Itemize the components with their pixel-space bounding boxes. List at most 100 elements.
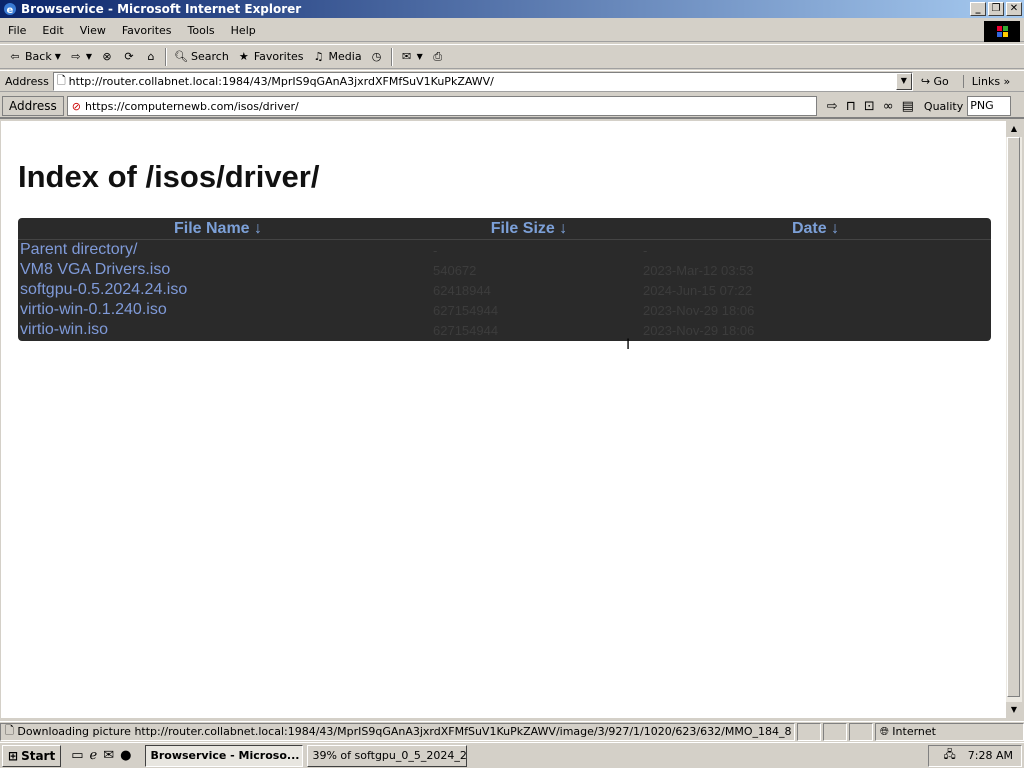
minimize-button[interactable]: _ bbox=[970, 2, 986, 16]
toolbar-separator bbox=[390, 47, 393, 66]
back-button[interactable]: ⇦ Back ▼ bbox=[4, 50, 65, 64]
insecure-lock-icon: ⊘ bbox=[71, 99, 82, 113]
go-button[interactable]: ↪ Go bbox=[921, 75, 949, 88]
file-size: 627154944 bbox=[433, 302, 499, 318]
bs-address-label: Address bbox=[2, 96, 64, 116]
media-player-icon[interactable]: ● bbox=[120, 748, 131, 763]
quality-select[interactable]: PNG bbox=[967, 96, 1012, 116]
system-tray: 🖧︎ 7:28 AM bbox=[928, 744, 1022, 767]
stop-button[interactable]: ⊗ bbox=[96, 50, 118, 64]
media-button[interactable]: ♫ Media bbox=[308, 50, 366, 64]
windows-flag-icon: ⊞ bbox=[8, 748, 19, 763]
home-icon: ⌂ bbox=[147, 49, 155, 63]
file-size: - bbox=[433, 242, 438, 258]
print-button[interactable]: ⎙ bbox=[427, 50, 449, 64]
ie-icon[interactable]: ℯ bbox=[90, 748, 98, 763]
taskbar-button-browservice[interactable]: Browservice - Microso... bbox=[145, 744, 304, 767]
column-header-date[interactable]: Date ↓ bbox=[640, 220, 991, 238]
file-link[interactable]: softgpu-0.5.2024.24.iso bbox=[18, 281, 433, 299]
go-arrow-icon: ↪ bbox=[920, 74, 931, 88]
table-row: virtio-win.iso 627154944 2023-Nov-29 18:… bbox=[18, 320, 991, 340]
print-icon: ⎙ bbox=[433, 49, 443, 63]
file-link[interactable]: virtio-win.iso bbox=[18, 321, 433, 339]
column-header-file-name[interactable]: File Name ↓ bbox=[18, 220, 418, 238]
home-button[interactable]: ⌂ bbox=[140, 50, 162, 64]
text-cursor-icon: I bbox=[626, 337, 631, 353]
favorites-button[interactable]: ★ Favorites bbox=[233, 50, 308, 64]
security-zone: 🌐︎ Internet bbox=[875, 722, 1024, 741]
menu-bar: File Edit View Favorites Tools Help bbox=[0, 20, 1024, 42]
search-icon: 🔍︎ bbox=[174, 49, 189, 63]
browservice-toolbar: Address ⊘ https://computernewb.com/isos/… bbox=[0, 95, 1024, 119]
file-size: 540672 bbox=[433, 262, 477, 278]
scrollbar-thumb[interactable] bbox=[1007, 137, 1020, 697]
bs-address-url: https://computernewb.com/isos/driver/ bbox=[85, 99, 299, 113]
bs-address-input[interactable]: ⊘ https://computernewb.com/isos/driver/ bbox=[66, 96, 817, 116]
ie-address-url: http://router.collabnet.local:1984/43/Mp… bbox=[68, 74, 494, 88]
column-header-file-size[interactable]: File Size ↓ bbox=[418, 220, 640, 238]
dropdown-arrow-icon[interactable]: ▼ bbox=[86, 52, 92, 61]
show-desktop-icon[interactable]: ▭ bbox=[71, 748, 83, 763]
menu-file[interactable]: File bbox=[0, 24, 34, 37]
history-button[interactable]: ◷ bbox=[366, 50, 388, 64]
status-pane bbox=[823, 722, 847, 741]
close-button[interactable]: ✕ bbox=[1006, 2, 1022, 16]
table-row: softgpu-0.5.2024.24.iso 62418944 2024-Ju… bbox=[18, 280, 991, 300]
status-pane bbox=[797, 722, 821, 741]
history-icon: ◷ bbox=[371, 49, 382, 63]
refresh-button[interactable]: ⟳ bbox=[118, 50, 140, 64]
ie-logo-icon: e bbox=[3, 2, 17, 16]
standard-toolbar: ⇦ Back ▼ ⇨ ▼ ⊗ ⟳ ⌂ 🔍︎ Search ★ Favorites ♫ Med… bbox=[0, 44, 1024, 69]
favorites-icon: ★ bbox=[238, 49, 249, 63]
file-date: 2023-Nov-29 18:06 bbox=[643, 322, 755, 338]
quality-label: Quality bbox=[923, 99, 964, 113]
binoculars-icon[interactable]: ∞ bbox=[883, 99, 894, 114]
file-link[interactable]: virtio-win-0.1.240.iso bbox=[18, 301, 433, 319]
page-title: Index of /isos/driver/ bbox=[18, 159, 320, 194]
taskbar: ⊞ Start ▭ ℯ ✉ ● Browservice - Microso... … bbox=[0, 742, 1024, 768]
file-link[interactable]: VM8 VGA Drivers.iso bbox=[18, 261, 433, 279]
vertical-scrollbar[interactable]: ▲ ▼ bbox=[1006, 121, 1022, 718]
browser-viewport: Index of /isos/driver/ File Name ↓ File … bbox=[1, 121, 1006, 718]
file-date: - bbox=[643, 242, 648, 258]
network-icon[interactable]: 🖧︎ bbox=[944, 746, 956, 765]
forward-button[interactable]: ⇨ ▼ bbox=[65, 50, 96, 64]
start-button[interactable]: ⊞ Start bbox=[2, 744, 62, 767]
clock: 7:28 AM bbox=[967, 749, 1013, 762]
mail-icon: ✉ bbox=[401, 49, 412, 63]
status-bar: 🗋 Downloading picture http://router.coll… bbox=[0, 721, 1024, 741]
find-icon[interactable]: ⊡ bbox=[864, 99, 875, 114]
scroll-up-arrow-icon[interactable]: ▲ bbox=[1006, 121, 1022, 137]
quick-launch: ▭ ℯ ✉ ● bbox=[71, 748, 131, 763]
taskbar-button-download[interactable]: 39% of softgpu_0_5_2024_2... bbox=[307, 744, 468, 767]
restore-button[interactable]: ❐ bbox=[988, 2, 1004, 16]
search-button[interactable]: 🔍︎ Search bbox=[170, 50, 233, 64]
address-dropdown-button[interactable]: ▼ bbox=[895, 72, 912, 90]
file-date: 2024-Jun-15 07:22 bbox=[643, 282, 753, 298]
window-title: Browservice - Microsoft Internet Explore… bbox=[21, 2, 302, 16]
menu-tools[interactable]: Tools bbox=[180, 24, 223, 37]
download-icon: 🗋 bbox=[5, 724, 18, 737]
svg-text:e: e bbox=[7, 5, 14, 16]
dropdown-arrow-icon[interactable]: ▼ bbox=[55, 52, 61, 61]
status-pane bbox=[849, 722, 873, 741]
menu-edit[interactable]: Edit bbox=[34, 24, 71, 37]
file-size: 62418944 bbox=[433, 282, 491, 298]
title-bar: e Browservice - Microsoft Internet Explo… bbox=[0, 0, 1024, 18]
clipboard-icon[interactable]: ▤ bbox=[902, 99, 914, 114]
scroll-down-arrow-icon[interactable]: ▼ bbox=[1006, 702, 1022, 718]
refresh-icon: ⟳ bbox=[124, 49, 134, 63]
go-arrow-icon[interactable]: ⇨ bbox=[827, 99, 838, 114]
table-row: Parent directory/ - - bbox=[18, 240, 991, 260]
file-link[interactable]: Parent directory/ bbox=[18, 241, 433, 259]
menu-help[interactable]: Help bbox=[223, 24, 264, 37]
menu-favorites[interactable]: Favorites bbox=[114, 24, 180, 37]
outlook-icon[interactable]: ✉ bbox=[103, 748, 114, 763]
dropdown-arrow-icon[interactable]: ▼ bbox=[417, 52, 423, 61]
menu-view[interactable]: View bbox=[72, 24, 114, 37]
bookmark-icon[interactable]: ⊓ bbox=[846, 99, 856, 114]
links-button[interactable]: Links » bbox=[962, 74, 1010, 88]
mail-button[interactable]: ✉ ▼ bbox=[396, 50, 427, 64]
toolbar-separator bbox=[165, 47, 168, 66]
ie-address-input[interactable]: 🗋 http://router.collabnet.local:1984/43/… bbox=[52, 71, 913, 91]
